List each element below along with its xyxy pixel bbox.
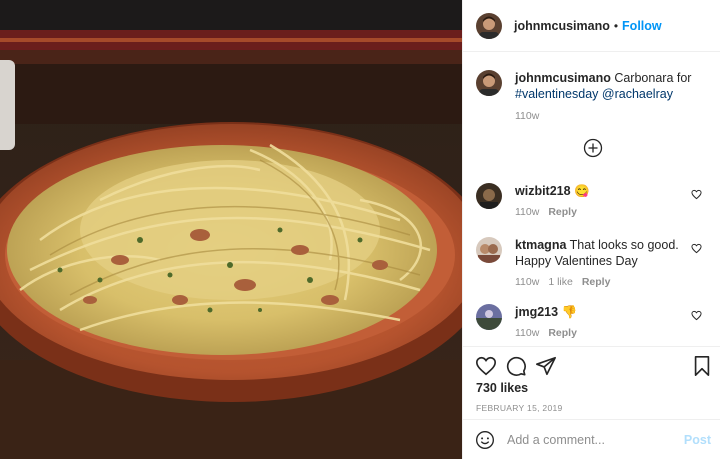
reply-button[interactable]: Reply: [548, 206, 577, 218]
commenter-avatar[interactable]: [476, 183, 502, 209]
comment-text-line: wizbit218 😋: [515, 183, 690, 199]
comment-body: wizbit218 😋 110w Reply: [515, 183, 690, 218]
load-more-comments-button[interactable]: [583, 138, 603, 158]
commenter-username[interactable]: wizbit218: [515, 184, 571, 198]
post-date[interactable]: FEBRUARY 15, 2019: [476, 403, 563, 413]
smiley-icon[interactable]: [475, 430, 495, 450]
comment-likes[interactable]: 1 like: [548, 276, 573, 288]
caption-hashtag[interactable]: #valentinesday: [515, 87, 598, 101]
caption: johnmcusimano Carbonara for #valentinesd…: [476, 70, 708, 102]
post-comment-button[interactable]: Post: [684, 433, 711, 447]
commenter-avatar[interactable]: [476, 304, 502, 330]
reply-button[interactable]: Reply: [582, 276, 611, 288]
reply-button[interactable]: Reply: [548, 327, 577, 339]
caption-timestamp[interactable]: 110w: [515, 110, 539, 122]
plus-circle-icon: [583, 138, 603, 158]
comment-input[interactable]: Add a comment...: [507, 433, 605, 447]
comment-text: 😋: [574, 184, 590, 198]
add-comment-bar: Add a comment... Post: [463, 419, 720, 459]
post-actions: 730 likes FEBRUARY 15, 2019 Add a commen…: [463, 346, 720, 458]
comment-meta: 110w Reply: [515, 206, 690, 218]
heart-icon[interactable]: [475, 355, 497, 377]
caption-username[interactable]: johnmcusimano: [515, 71, 611, 85]
bookmark-icon[interactable]: [691, 355, 713, 377]
comment-item: wizbit218 😋 110w Reply: [476, 183, 711, 218]
comment-item: ktmagna That looks so good. Happy Valent…: [476, 237, 711, 288]
comment-timestamp[interactable]: 110w: [515, 206, 539, 218]
author-username[interactable]: johnmcusimano: [514, 19, 610, 33]
comment-body: jmg213 👎 110w Reply: [515, 304, 690, 339]
header-separator: •: [613, 18, 619, 33]
comment-item: jmg213 👎 110w Reply: [476, 304, 711, 339]
comment-text-line: jmg213 👎: [515, 304, 690, 320]
post-header: johnmcusimano • Follow: [463, 0, 720, 52]
comment-text: 👎: [561, 305, 578, 319]
likes-count[interactable]: 730 likes: [476, 381, 528, 395]
comment-body: ktmagna That looks so good. Happy Valent…: [515, 237, 690, 288]
follow-button[interactable]: Follow: [622, 19, 662, 33]
comment-meta: 110w 1 like Reply: [515, 276, 690, 288]
comment-meta: 110w Reply: [515, 327, 690, 339]
post-dialog: johnmcusimano • Follow johnmcusimano Car…: [0, 0, 720, 459]
caption-text-block: johnmcusimano Carbonara for #valentinesd…: [515, 70, 705, 102]
caption-text: Carbonara for: [614, 71, 692, 85]
heart-icon[interactable]: [691, 243, 702, 254]
comment-timestamp[interactable]: 110w: [515, 327, 539, 339]
caption-mention[interactable]: @rachaelray: [602, 87, 673, 101]
caption-avatar[interactable]: [476, 70, 502, 96]
commenter-avatar[interactable]: [476, 237, 502, 263]
commenter-username[interactable]: ktmagna: [515, 238, 566, 252]
heart-icon[interactable]: [691, 310, 702, 321]
comment-text-line: ktmagna That looks so good. Happy Valent…: [515, 237, 690, 269]
comment-bubble-icon[interactable]: [505, 355, 527, 377]
post-side-panel: johnmcusimano • Follow johnmcusimano Car…: [462, 0, 720, 459]
paper-plane-icon[interactable]: [535, 355, 557, 377]
carbonara-photo: [0, 0, 462, 459]
heart-icon[interactable]: [691, 189, 702, 200]
post-photo[interactable]: [0, 0, 462, 459]
author-avatar[interactable]: [476, 12, 502, 39]
commenter-username[interactable]: jmg213: [515, 305, 558, 319]
comment-timestamp[interactable]: 110w: [515, 276, 539, 288]
